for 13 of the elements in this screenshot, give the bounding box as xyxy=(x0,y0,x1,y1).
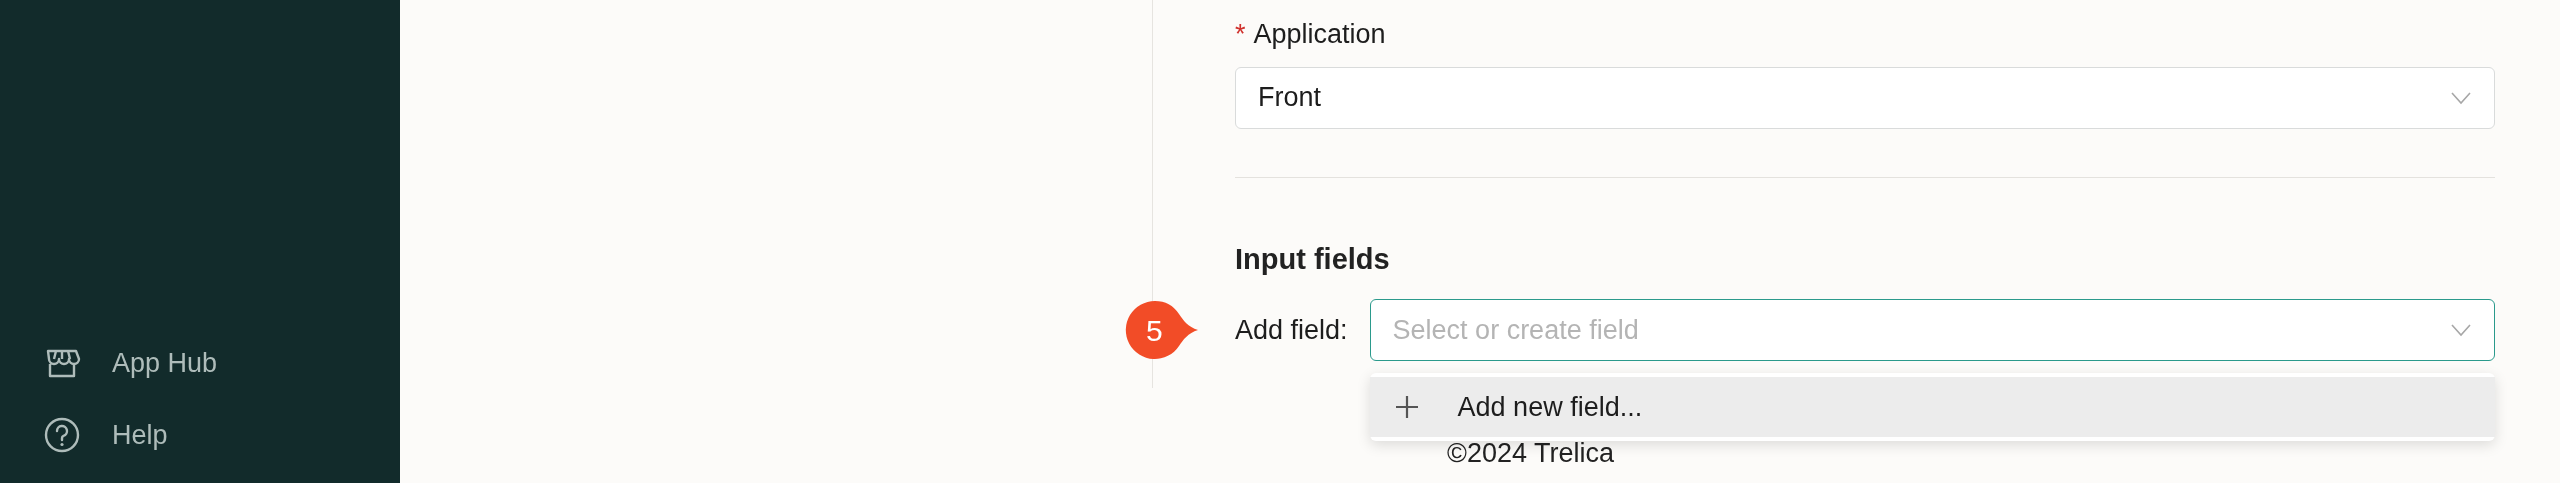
sidebar-item[interactable]: Help xyxy=(42,399,400,471)
chevron-down-icon xyxy=(2450,323,2472,337)
select-field[interactable]: Front xyxy=(1235,66,2495,129)
field-label: * Application xyxy=(1235,18,1387,51)
sidebar-item[interactable]: App Hub xyxy=(42,327,400,399)
plus-icon xyxy=(1393,394,1420,420)
section-heading: Input fields xyxy=(1235,241,1391,277)
menu-item[interactable]: Add new field... xyxy=(1369,377,2495,437)
chevron-down-icon xyxy=(2450,90,2472,105)
field-label: Add field: xyxy=(1235,313,1348,347)
footer-text: ©2024 Trelica xyxy=(1446,437,1615,470)
help-icon xyxy=(42,415,82,455)
step-badge: 5 xyxy=(1125,300,1199,360)
